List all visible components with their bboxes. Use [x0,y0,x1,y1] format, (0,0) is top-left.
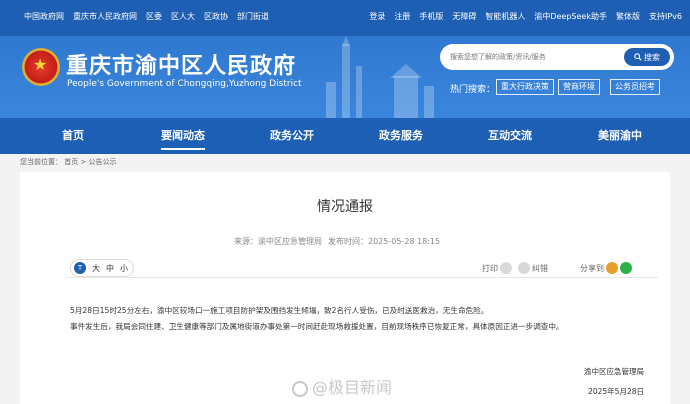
topbar-link[interactable]: 部门街道 [237,12,269,22]
site-header: 重庆市渝中区人民政府 People's Government of Chongq… [0,36,690,118]
nav-news[interactable]: 要闻动态 [161,118,205,154]
hot-tag[interactable]: 营商环境 [558,79,600,95]
signature-date: 2025年5月28日 [588,387,644,396]
topbar-left-links: 中国政府网 重庆市人民政府网 区委 区人大 区政协 部门街道 [24,12,269,22]
article-meta: 来源：渝中区应急管理局 发布时间：2025-05-28 18:15 [234,236,440,247]
share-label: 分享到 [580,263,604,273]
font-size-switcher: T 大 中 小 [70,259,134,277]
deepseek-link[interactable]: 渝中DeepSeek助手 [534,12,607,22]
topbar-link[interactable]: 区政协 [204,12,228,22]
traditional-link[interactable]: 繁体版 [616,12,640,22]
correction-icon [518,262,530,274]
source-value: 渝中区应急管理局 [258,237,322,246]
breadcrumb-label: 您当前位置： [20,158,62,166]
print-button[interactable]: 打印 [482,262,512,274]
correction-label: 纠错 [532,263,548,273]
source-label: 来源： [234,237,258,246]
nav-beautiful-yuzhong[interactable]: 美丽渝中 [598,118,642,154]
signature: 渝中区应急管理局 [584,367,644,376]
search-input[interactable] [450,49,610,65]
national-emblem-icon [22,48,60,86]
correction-button[interactable]: 纠错 [518,262,548,274]
topbar-right-links: 登录 注册 手机版 无障碍 智能机器人 渝中DeepSeek助手 繁体版 支持I… [369,12,682,22]
print-label: 打印 [482,263,498,273]
wechat-icon[interactable] [620,262,632,274]
watermark: @极目新闻 [292,374,392,398]
topbar-link[interactable]: 重庆市人民政府网 [73,12,137,22]
article-panel: 情况通报 来源：渝中区应急管理局 发布时间：2025-05-28 18:15 T … [20,172,670,404]
share-group: 分享到 [580,262,632,274]
watermark-icon [292,380,308,397]
skyline-decoration [326,36,434,118]
nav-gov-affairs[interactable]: 政务公开 [270,118,314,154]
article-toolbar: T 大 中 小 打印 纠错 分享到 [66,256,658,278]
search-icon [634,53,642,61]
hot-tag[interactable]: 重大行政决策 [496,79,554,95]
watermark-text: @极目新闻 [312,378,393,397]
date-label: 发布时间： [328,237,368,246]
nav-home[interactable]: 首页 [62,118,84,154]
top-utility-bar: 中国政府网 重庆市人民政府网 区委 区人大 区政协 部门街道 登录 注册 手机版… [0,0,690,36]
article-paragraph: 5月28日15时25分左右，渝中区较场口一施工项目防护架及围挡发生倾塌，致2名行… [70,306,489,315]
topbar-link[interactable]: 中国政府网 [24,12,64,22]
hot-tag[interactable]: 公务员招考 [610,79,660,95]
article-body: 5月28日15时25分左右，渝中区较场口一施工项目防护架及围挡发生倾塌，致2名行… [70,303,640,335]
mobile-link[interactable]: 手机版 [419,12,443,22]
robot-link[interactable]: 智能机器人 [485,12,525,22]
search-button-label: 搜索 [644,52,660,62]
date-value: 2025-05-28 18:15 [368,237,441,246]
site-subtitle: People's Government of Chongqing,Yuzhong… [67,79,302,89]
main-nav: 首页 要闻动态 政务公开 政务服务 互动交流 美丽渝中 [0,118,690,154]
topbar-link[interactable]: 区委 [146,12,162,22]
font-large[interactable]: 大 [92,263,100,274]
search-bar: 搜索 [440,44,674,70]
weibo-icon[interactable] [606,262,618,274]
nav-interaction[interactable]: 互动交流 [488,118,532,154]
article-title: 情况通报 [317,199,373,215]
nav-services[interactable]: 政务服务 [379,118,423,154]
printer-icon [500,262,512,274]
topbar-link[interactable]: 区人大 [171,12,195,22]
font-medium[interactable]: 中 [106,263,114,274]
accessibility-link[interactable]: 无障碍 [452,12,476,22]
login-link[interactable]: 登录 [369,12,385,22]
hot-search-label: 热门搜索： [450,85,496,95]
font-size-icon: T [74,262,86,274]
register-link[interactable]: 注册 [394,12,410,22]
article-paragraph: 事件发生后，我局会同住建、卫生健康等部门及属地街道办事处第一时间赶赴现场救援处置… [70,322,564,331]
search-button[interactable]: 搜索 [624,48,670,66]
ipv6-badge: 支持IPv6 [648,12,682,21]
site-title: 重庆市渝中区人民政府 [66,54,297,79]
breadcrumb: 您当前位置： 首页 > 公告公示 [20,157,117,167]
font-small[interactable]: 小 [120,263,128,274]
breadcrumb-path[interactable]: 首页 > 公告公示 [64,158,116,166]
